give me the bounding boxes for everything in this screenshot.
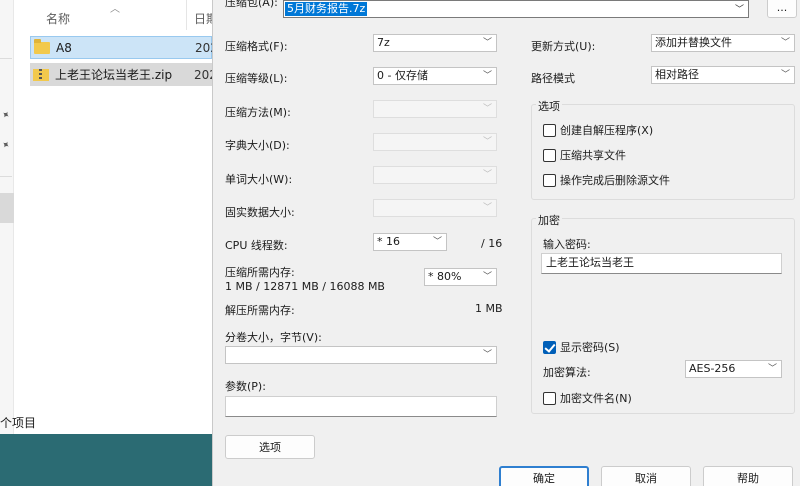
file-date: 202 [194,67,212,82]
archive-name-input[interactable]: 5月财务报告.7z ﹀ [283,0,749,18]
file-list-header: ︿ 名称 日期 [30,0,212,34]
file-name: 上老王论坛当老王.zip [55,68,173,82]
encryption-method-label: 加密算法: [543,366,591,379]
solid-block-size-label: 固实数据大小: [225,206,295,219]
path-mode-label: 路径模式 [531,72,575,85]
memory-decompress-value: 1 MB [475,302,503,315]
word-size-label: 单词大小(W): [225,173,293,186]
chevron-down-icon: ﹀ [482,170,492,180]
column-divider[interactable] [186,0,187,30]
method-label: 压缩方法(M): [225,106,291,119]
archive-name-value: 5月财务报告.7z [285,2,368,16]
file-row-a8[interactable]: A8 202 [30,36,212,59]
encryption-method-value: AES-256 [689,362,736,375]
memory-percent-dropdown[interactable]: * 80% ﹀ [424,268,497,286]
solid-block-size-dropdown: ﹀ [373,199,497,217]
parameters-input[interactable] [225,396,497,417]
chevron-down-icon: ﹀ [780,38,790,48]
delete-after-checkbox[interactable]: 操作完成后删除源文件 [543,172,670,188]
level-dropdown[interactable]: 0 - 仅存储 ﹀ [373,67,497,85]
memory-decompress-label: 解压所需内存: [225,304,295,317]
folder-icon [34,38,50,54]
word-size-dropdown: ﹀ [373,166,497,184]
column-header-date[interactable]: 日期 [194,10,212,27]
password-input[interactable]: 上老王论坛当老王 [541,253,782,274]
cpu-threads-dropdown[interactable]: * 16 ﹀ [373,233,447,251]
column-header-name[interactable]: 名称 [46,10,70,27]
chevron-down-icon: ﹀ [432,237,442,247]
item-count-status: 个项目 [0,416,37,430]
ok-button[interactable]: 确定 [499,466,589,486]
chevron-down-icon: ﹀ [482,203,492,213]
checkbox-label: 操作完成后删除源文件 [560,174,670,187]
memory-compress-value: 1 MB / 12871 MB / 16088 MB [225,280,385,293]
pin-icon[interactable]: ✦ [0,139,12,153]
chevron-down-icon[interactable]: ﹀ [735,2,744,15]
method-dropdown: ﹀ [373,100,497,118]
file-name: A8 [56,40,72,55]
format-value: 7z [377,36,390,49]
update-mode-value: 添加并替换文件 [655,36,732,49]
format-dropdown[interactable]: 7z ﹀ [373,34,497,52]
dictionary-size-label: 字典大小(D): [225,139,290,152]
file-row-zip[interactable]: 上老王论坛当老王.zip 202 [30,63,212,86]
checkbox-label: 加密文件名(N) [560,392,632,405]
checkbox-box [543,391,556,405]
dictionary-size-dropdown: ﹀ [373,133,497,151]
cpu-threads-total: / 16 [481,237,503,250]
help-button[interactable]: 帮助 [703,466,793,486]
zip-folder-icon [33,68,49,81]
checkbox-box [543,148,556,162]
path-mode-dropdown[interactable]: 相对路径 ﹀ [651,66,795,84]
memory-compress-label: 压缩所需内存: [225,266,295,279]
memory-percent-value: * 80% [428,270,462,283]
chevron-down-icon: ﹀ [482,350,492,360]
compress-shared-checkbox[interactable]: 压缩共享文件 [543,147,626,163]
update-mode-label: 更新方式(U): [531,40,596,53]
sort-ascending-icon: ︿ [110,4,120,15]
chevron-down-icon: ﹀ [767,364,777,374]
encryption-method-dropdown[interactable]: AES-256 ﹀ [685,360,782,378]
file-explorer: ✦ ✦ ︿ 名称 日期 A8 202 上老王论坛当老王.zip 202 个项目 [0,0,212,434]
level-value: 0 - 仅存储 [377,69,428,82]
password-label: 输入密码: [543,238,591,251]
pin-icon[interactable]: ✦ [0,109,12,123]
navigation-pane: ✦ ✦ [0,0,14,434]
file-date: 202 [195,40,212,55]
path-mode-value: 相对路径 [655,68,699,81]
nav-selected-item[interactable] [0,193,14,223]
add-to-archive-dialog: 压缩包(A): 5月财务报告.7z ﹀ ... 压缩格式(F): 7z ﹀ 压缩… [212,0,800,486]
cpu-threads-label: CPU 线程数: [225,239,288,252]
chevron-down-icon: ﹀ [780,70,790,80]
options-group-title: 选项 [536,98,562,114]
archive-name-label: 压缩包(A): [225,0,278,9]
chevron-down-icon: ﹀ [482,104,492,114]
chevron-down-icon: ﹀ [482,272,492,282]
chevron-down-icon: ﹀ [482,71,492,81]
parameters-label: 参数(P): [225,380,266,393]
show-password-checkbox[interactable]: 显示密码(S) [543,339,620,355]
checkbox-box [543,173,556,187]
encrypt-file-names-checkbox[interactable]: 加密文件名(N) [543,390,632,406]
format-label: 压缩格式(F): [225,40,288,53]
checkbox-label: 压缩共享文件 [560,149,626,162]
options-button[interactable]: 选项 [225,435,315,459]
split-volume-label: 分卷大小，字节(V): [225,331,322,344]
checkbox-label: 创建自解压程序(X) [560,124,654,137]
create-sfx-checkbox[interactable]: 创建自解压程序(X) [543,122,653,138]
nav-divider [0,58,12,59]
checkbox-label: 显示密码(S) [560,341,620,354]
split-volume-dropdown[interactable]: ﹀ [225,346,497,364]
update-mode-dropdown[interactable]: 添加并替换文件 ﹀ [651,34,795,52]
level-label: 压缩等级(L): [225,72,288,85]
checkbox-box [543,340,556,354]
chevron-down-icon: ﹀ [482,137,492,147]
cancel-button[interactable]: 取消 [601,466,691,486]
encryption-group-title: 加密 [536,212,562,228]
checkbox-box [543,123,556,137]
browse-button[interactable]: ... [767,0,797,18]
chevron-down-icon: ﹀ [482,38,492,48]
cpu-threads-value: * 16 [377,235,400,248]
nav-divider [0,176,12,177]
